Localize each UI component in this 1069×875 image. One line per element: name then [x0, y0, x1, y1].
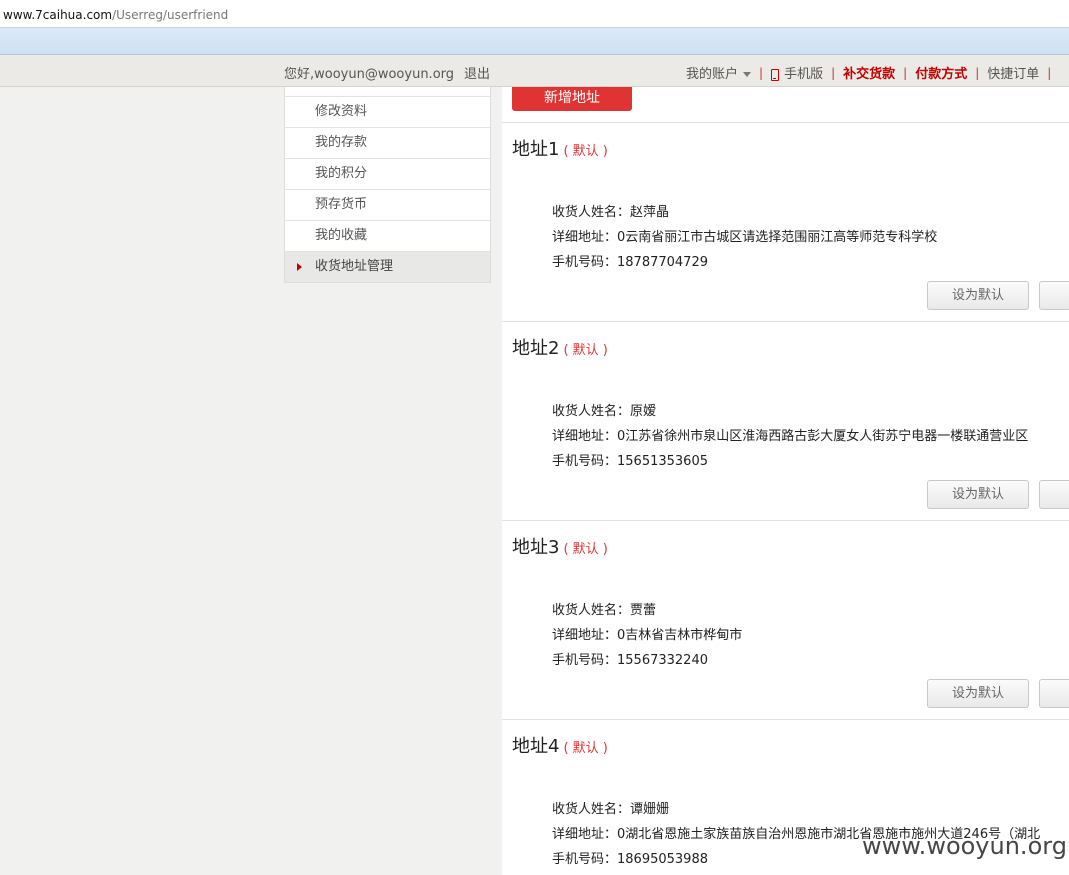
favorites-bar [0, 28, 1069, 55]
address-detail: 详细地址：0江苏省徐州市泉山区淮海西路古彭大厦女人街苏宁电器一楼联通营业区 [552, 429, 1029, 444]
sidebar-item-favorites[interactable]: 我的收藏 [285, 220, 490, 251]
my-account-menu[interactable]: 我的账户 [686, 63, 752, 82]
account-sidebar: 修改资料 我的存款 我的积分 预存货币 我的收藏 收货地址管理 [284, 87, 491, 283]
quick-order-link[interactable]: 快捷订单 [987, 63, 1039, 82]
address-title: 地址4( 默认 ) [512, 736, 608, 757]
arrow-right-icon [297, 263, 302, 271]
phone-number: 手机号码：15567332240 [552, 653, 708, 668]
address-list-panel: 新增地址 地址1( 默认 ) 收货人姓名：赵萍晶 详细地址：0云南省丽江市古城区… [502, 87, 1069, 875]
watermark: www.wooyun.org [862, 832, 1067, 860]
secondary-action-button[interactable] [1039, 679, 1069, 708]
phone-number: 手机号码：18787704729 [552, 255, 708, 270]
address-title: 地址2( 默认 ) [512, 338, 608, 359]
top-nav-links: 我的账户 | 手机版 | 补交货款 | 付款方式 | 快捷订单 | [686, 63, 1059, 83]
default-tag: ( 默认 ) [563, 542, 608, 557]
sidebar-item-edit-profile[interactable]: 修改资料 [285, 96, 490, 127]
mobile-link[interactable]: 手机版 [771, 63, 823, 82]
sidebar-item-address-management[interactable]: 收货地址管理 [285, 251, 490, 282]
recipient-name: 收货人姓名：原嫒 [552, 404, 657, 419]
phone-number: 手机号码：18695053988 [552, 852, 708, 867]
recipient-name: 收货人姓名：贾蕾 [552, 603, 657, 618]
default-tag: ( 默认 ) [563, 343, 608, 358]
set-default-button[interactable]: 设为默认 [927, 480, 1029, 509]
divider: | [759, 65, 764, 80]
logout-link[interactable]: 退出 [464, 63, 490, 82]
set-default-button[interactable]: 设为默认 [927, 679, 1029, 708]
address-title: 地址1( 默认 ) [512, 139, 608, 160]
greeting-text: 您好,wooyun@wooyun.org [284, 67, 455, 82]
address-card: 地址1( 默认 ) 收货人姓名：赵萍晶 详细地址：0云南省丽江市古城区请选择范围… [502, 122, 1069, 321]
divider: | [975, 65, 980, 80]
address-bar[interactable]: www.7caihua.com/Userreg/userfriend [0, 0, 1069, 28]
divider: | [903, 65, 908, 80]
address-detail: 详细地址：0云南省丽江市古城区请选择范围丽江高等师范专科学校 [552, 230, 938, 245]
add-address-button[interactable]: 新增地址 [512, 87, 632, 111]
sidebar-item-deposits[interactable]: 我的存款 [285, 127, 490, 158]
set-default-button[interactable]: 设为默认 [927, 281, 1029, 310]
recipient-name: 收货人姓名：赵萍晶 [552, 205, 670, 220]
top-nav: 您好,wooyun@wooyun.org 退出 我的账户 | 手机版 | 补交货… [0, 55, 1069, 87]
phone-icon [771, 68, 780, 81]
default-tag: ( 默认 ) [563, 741, 608, 756]
secondary-action-button[interactable] [1039, 281, 1069, 310]
phone-number: 手机号码：15651353605 [552, 454, 708, 469]
address-card: 地址3( 默认 ) 收货人姓名：贾蕾 详细地址：0吉林省吉林市桦甸市 手机号码：… [502, 520, 1069, 719]
sidebar-item-prepaid-currency[interactable]: 预存货币 [285, 189, 490, 220]
secondary-action-button[interactable] [1039, 480, 1069, 509]
payment-method-link[interactable]: 付款方式 [915, 63, 967, 82]
address-detail: 详细地址：0吉林省吉林市桦甸市 [552, 628, 743, 643]
divider: | [831, 65, 836, 80]
recipient-name: 收货人姓名：谭姗姗 [552, 802, 670, 817]
pay-balance-link[interactable]: 补交货款 [843, 63, 895, 82]
chevron-down-icon [743, 72, 752, 77]
default-tag: ( 默认 ) [563, 144, 608, 159]
address-card: 地址2( 默认 ) 收货人姓名：原嫒 详细地址：0江苏省徐州市泉山区淮海西路古彭… [502, 321, 1069, 520]
divider: | [1047, 65, 1052, 80]
url-text: www.7caihua.com/Userreg/userfriend [3, 8, 229, 22]
address-title: 地址3( 默认 ) [512, 537, 608, 558]
sidebar-item-points[interactable]: 我的积分 [285, 158, 490, 189]
